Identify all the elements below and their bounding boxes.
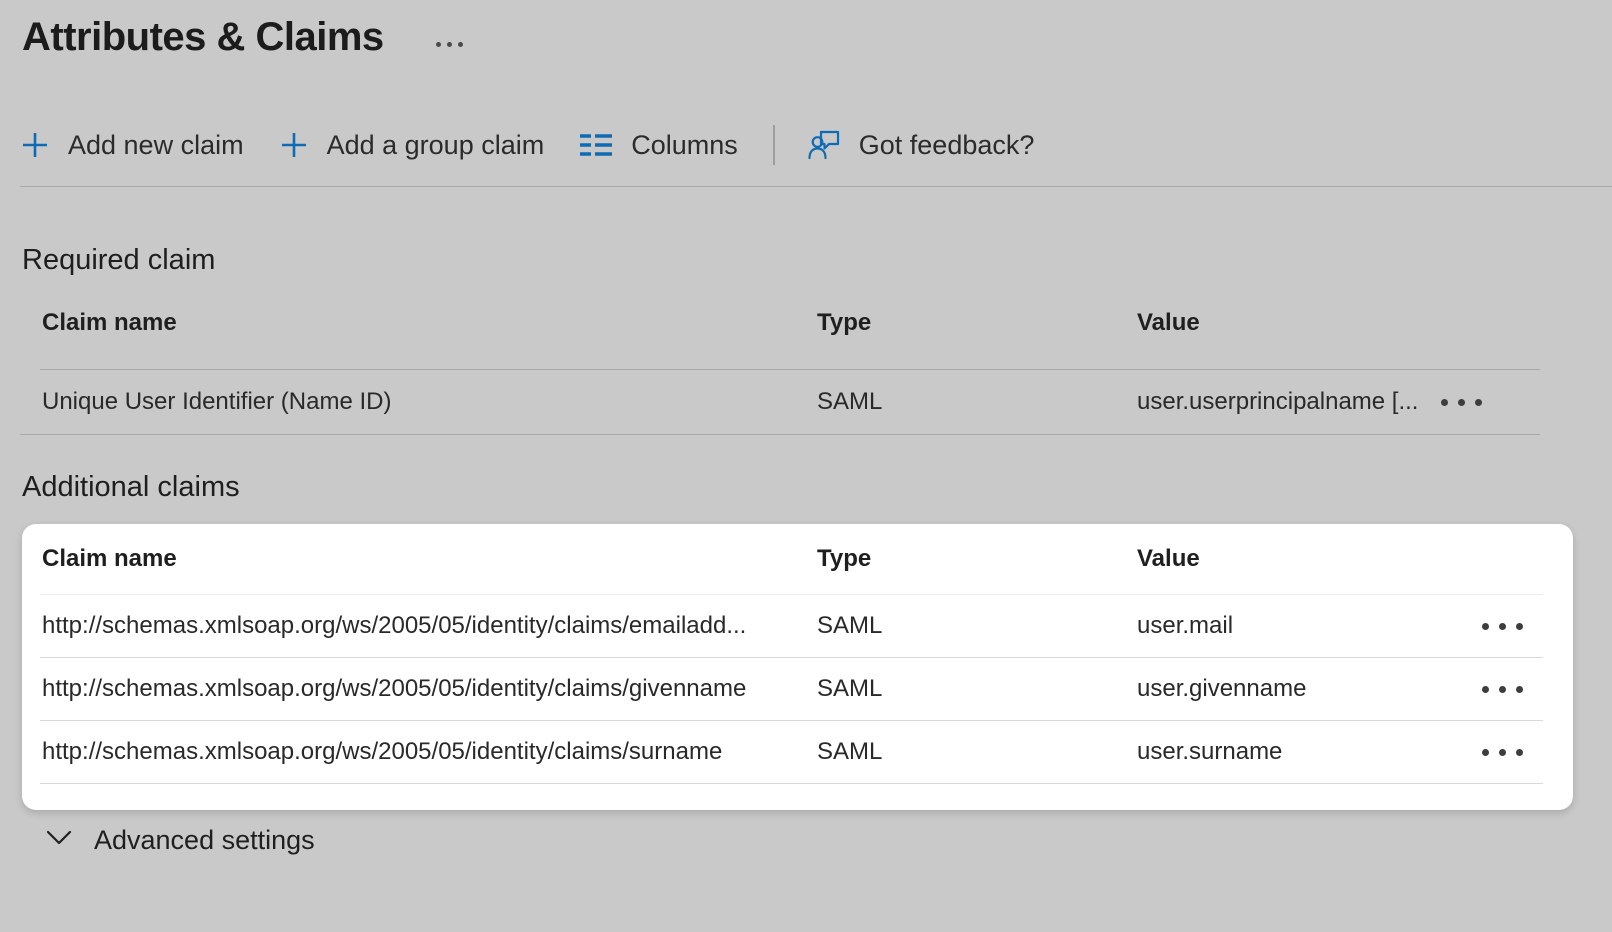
column-header-type[interactable]: Type [817,309,1137,337]
ellipsis-icon[interactable] [1482,682,1523,697]
claim-name-cell: http://schemas.xmlsoap.org/ws/2005/05/id… [22,675,817,703]
got-feedback-label: Got feedback? [859,130,1035,161]
add-group-claim-label: Add a group claim [327,130,545,161]
got-feedback-button[interactable]: Got feedback? [807,124,1035,166]
table-divider [20,434,1540,435]
table-header-row: Claim name Type Value [22,524,1573,594]
plus-icon [279,130,309,160]
claim-type-cell: SAML [817,675,1137,703]
table-row[interactable]: http://schemas.xmlsoap.org/ws/2005/05/id… [22,721,1573,783]
add-new-claim-label: Add new claim [68,130,244,161]
chevron-down-icon [46,828,72,853]
additional-claims-heading: Additional claims [22,471,1612,504]
table-row[interactable]: http://schemas.xmlsoap.org/ws/2005/05/id… [22,595,1573,657]
plus-icon [20,130,50,160]
page-title: Attributes & Claims [22,15,384,60]
column-header-claim-name[interactable]: Claim name [20,309,817,337]
required-claim-heading: Required claim [22,244,1612,277]
table-divider [40,783,1543,784]
table-header-row: Claim name Type Value [20,277,1540,369]
additional-claims-table: Claim name Type Value http://schemas.xml… [22,524,1573,810]
page-header: Attributes & Claims [0,0,1612,62]
column-list-icon [579,131,613,159]
advanced-settings-toggle[interactable]: Advanced settings [46,825,1612,856]
claim-name-cell: http://schemas.xmlsoap.org/ws/2005/05/id… [22,612,817,640]
command-bar: Add new claim Add a group claim Columns [20,124,1612,187]
ellipsis-icon[interactable] [1482,619,1523,634]
add-new-claim-button[interactable]: Add new claim [20,124,244,166]
claim-value-cell: user.surname [1137,738,1463,766]
column-header-type[interactable]: Type [817,545,1137,573]
advanced-settings-label: Advanced settings [94,825,315,856]
claim-name-cell: http://schemas.xmlsoap.org/ws/2005/05/id… [22,738,817,766]
claim-type-cell: SAML [817,612,1137,640]
required-claim-table: Claim name Type Value Unique User Identi… [20,277,1540,435]
columns-button[interactable]: Columns [579,124,738,166]
claim-type-cell: SAML [817,388,1137,416]
table-row[interactable]: Unique User Identifier (Name ID) SAML us… [20,370,1540,434]
ellipsis-icon[interactable] [1482,745,1523,760]
ellipsis-icon[interactable] [1441,395,1482,410]
person-feedback-icon [807,128,841,162]
claim-value-cell: user.mail [1137,612,1463,640]
claim-type-cell: SAML [817,738,1137,766]
add-group-claim-button[interactable]: Add a group claim [279,124,545,166]
claim-value-cell: user.userprincipalname [... [1137,388,1430,416]
columns-label: Columns [631,130,738,161]
table-row[interactable]: http://schemas.xmlsoap.org/ws/2005/05/id… [22,658,1573,720]
toolbar-divider [773,125,775,165]
column-header-value[interactable]: Value [1137,545,1463,573]
claim-value-cell: user.givenname [1137,675,1463,703]
column-header-claim-name[interactable]: Claim name [22,545,817,573]
more-options-icon[interactable] [436,42,463,47]
column-header-value[interactable]: Value [1137,309,1430,337]
claim-name-cell: Unique User Identifier (Name ID) [20,388,817,416]
